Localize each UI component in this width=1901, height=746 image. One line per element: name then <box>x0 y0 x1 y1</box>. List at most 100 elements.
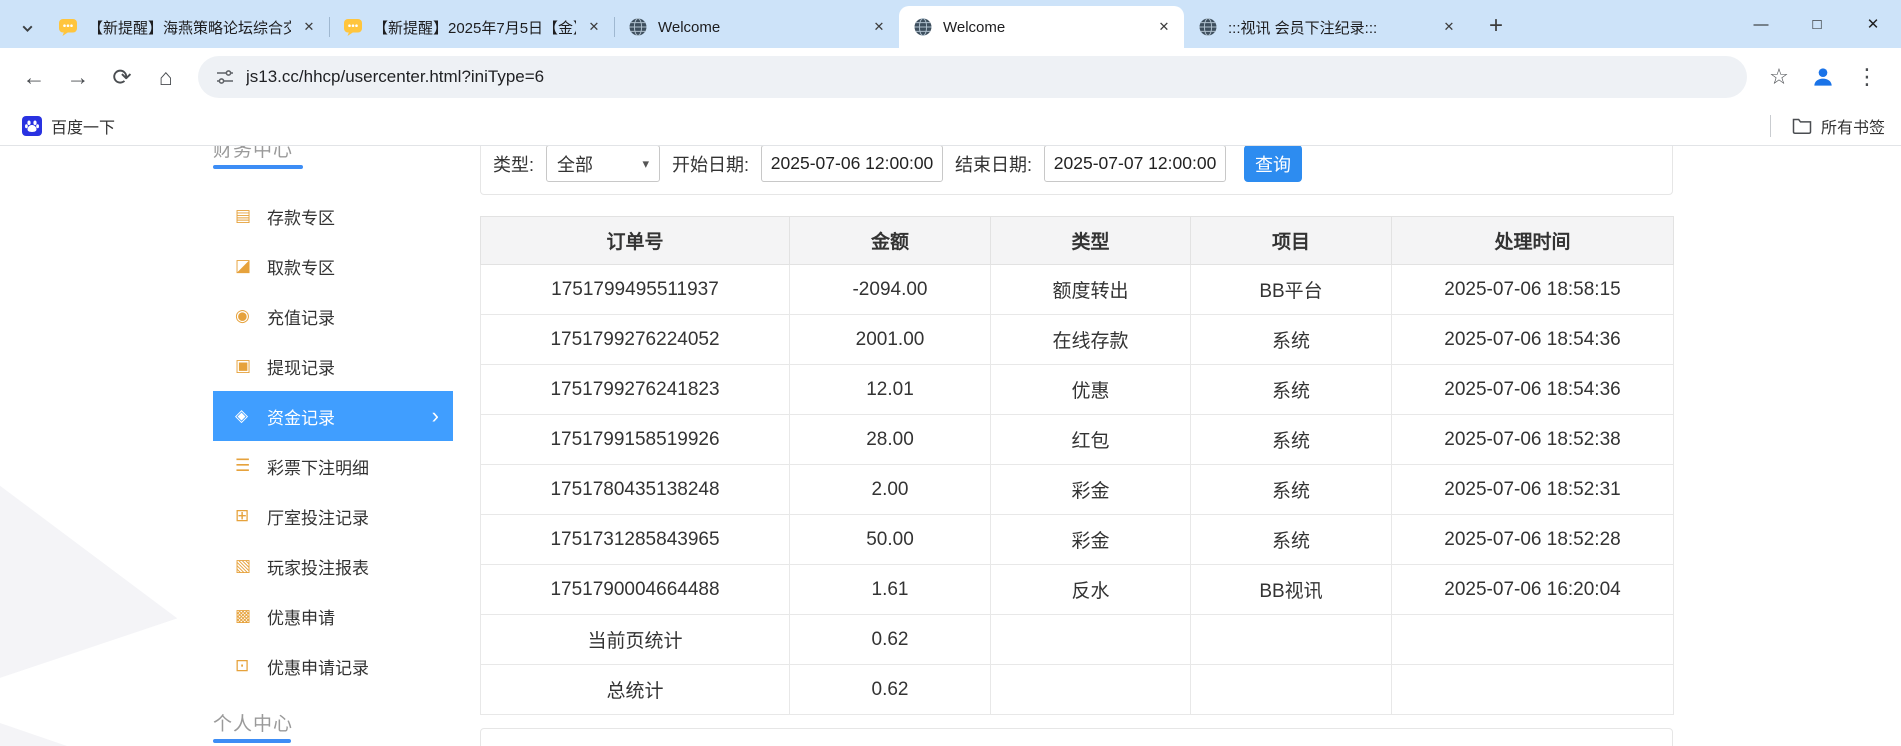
site-settings-icon <box>217 70 233 84</box>
sidebar-item-withdraw-records[interactable]: ▣ 提现记录 <box>213 341 453 391</box>
table-cell: 1751790004664488 <box>480 564 790 615</box>
query-button[interactable]: 查询 <box>1244 146 1303 182</box>
bookmark-star-button[interactable]: ☆ <box>1757 55 1801 99</box>
table-cell: 2025-07-06 18:54:36 <box>1391 314 1674 365</box>
table-cell: 总统计 <box>480 664 790 715</box>
table-row: 1751799495511937 -2094.00 额度转出 BB平台 2025-07-… <box>480 264 1674 315</box>
table-cell: -2094.00 <box>789 264 991 315</box>
refresh-button[interactable]: ⟳ <box>100 55 144 99</box>
browser-toolbar: ← → ⟳ ⌂ js13.cc/hhcp/usercenter.html?ini… <box>0 48 1901 106</box>
browser-tab[interactable]: 【新提醒】海燕策略论坛综合交 ✕ <box>44 6 329 48</box>
tab-title: Welcome <box>658 18 721 36</box>
table-row: 1751799158519926 28.00 红包 系统 2025-07-06 18:5… <box>480 414 1674 465</box>
sidebar-item-label: 资金记录 <box>267 408 335 428</box>
table-cell: 系统 <box>1190 414 1392 465</box>
table-header-cell: 金额 <box>789 216 991 265</box>
tab-title: Welcome <box>943 18 1006 36</box>
type-label: 类型: <box>493 154 535 175</box>
sidebar-item-label: 玩家投注报表 <box>267 558 369 578</box>
tab-close-icon[interactable]: ✕ <box>297 15 321 39</box>
minimize-button[interactable]: — <box>1733 0 1789 48</box>
table-row: 当前页统计 0.62 <box>480 614 1674 665</box>
sidebar-item-player-bet-report[interactable]: ▧ 玩家投注报表 <box>213 541 453 591</box>
browser-tab[interactable]: 【新提醒】2025年7月5日【金】 ✕ <box>329 6 614 48</box>
sidebar-item-label: 优惠申请记录 <box>267 658 369 678</box>
watermark-triangle <box>0 461 195 721</box>
sidebar-item-promo-apply[interactable]: ▩ 优惠申请 <box>213 591 453 641</box>
funds-icon: ◈ <box>235 406 249 425</box>
table-header-cell: 处理时间 <box>1391 216 1674 265</box>
sidebar-item-deposit-area[interactable]: ▤ 存款专区 <box>213 191 453 241</box>
profile-icon <box>1814 68 1832 86</box>
end-date-input[interactable] <box>1044 146 1227 182</box>
tab-close-icon[interactable]: ✕ <box>582 15 606 39</box>
table-cell: 系统 <box>1190 314 1392 365</box>
type-select[interactable]: 全部 ▾ <box>546 146 661 182</box>
table-row: 1751790004664488 1.61 反水 BB视讯 2025-07-06 16:… <box>480 564 1674 615</box>
maximize-button[interactable]: □ <box>1789 0 1845 48</box>
forward-button[interactable]: → <box>56 55 100 99</box>
sidebar-item-lottery-bet-detail[interactable]: ☰ 彩票下注明细 <box>213 441 453 491</box>
wallet-icon: ▣ <box>235 356 252 375</box>
table-cell: 1751780435138248 <box>480 464 790 515</box>
sidebar: 财务中心 ▤ 存款专区 ◪ 取款专区 ◉ 充值记录 ▣ 提现记录 ◈ 资金记录 › ☰ 彩票下注明细 ⊞ 厅… <box>213 146 453 743</box>
sidebar-item-label: 优惠申请 <box>267 608 335 628</box>
filter-bar: 类型: 全部 ▾ 开始日期: 结束日期: 查询 <box>480 146 1673 195</box>
sidebar-item-hall-bet-records[interactable]: ⊞ 厅室投注记录 <box>213 491 453 541</box>
report-icon: ▧ <box>235 556 252 575</box>
bookmark-baidu[interactable]: 百度一下 <box>16 111 121 141</box>
back-button[interactable]: ← <box>12 55 56 99</box>
start-date-input[interactable] <box>761 146 944 182</box>
table-cell: 在线存款 <box>990 314 1191 365</box>
table-cell: 50.00 <box>789 514 991 565</box>
table-cell: 2025-07-06 18:52:31 <box>1391 464 1674 515</box>
table-cell: 反水 <box>990 564 1191 615</box>
tab-close-icon[interactable]: ✕ <box>1437 15 1461 39</box>
sidebar-item-label: 存款专区 <box>267 208 335 228</box>
refresh-icon: ⟳ <box>112 63 132 90</box>
table-cell: 28.00 <box>789 414 991 465</box>
close-button[interactable]: ✕ <box>1845 0 1901 48</box>
table-cell <box>1190 614 1392 665</box>
bank-card-icon: ▤ <box>235 206 252 225</box>
browser-tab[interactable]: Welcome ✕ <box>899 6 1184 48</box>
sidebar-item-label: 取款专区 <box>267 258 335 278</box>
all-bookmarks-button[interactable]: 所有书签 <box>1769 114 1885 138</box>
tab-search-button[interactable] <box>10 8 44 48</box>
tab-close-icon[interactable]: ✕ <box>1152 15 1176 39</box>
back-icon: ← <box>22 63 46 90</box>
table-cell: BB视讯 <box>1190 564 1392 615</box>
home-icon: ⌂ <box>159 63 173 90</box>
sidebar-item-recharge-records[interactable]: ◉ 充值记录 <box>213 291 453 341</box>
tab-close-icon[interactable]: ✕ <box>867 15 891 39</box>
table-cell: 当前页统计 <box>480 614 790 665</box>
globe-icon <box>628 17 648 37</box>
sidebar-item-withdraw-area[interactable]: ◪ 取款专区 <box>213 241 453 291</box>
table-cell: 2025-07-06 18:58:15 <box>1391 264 1674 315</box>
table-cell: 2001.00 <box>789 314 991 365</box>
coin-icon: ◉ <box>235 306 250 325</box>
sidebar-item-fund-records[interactable]: ◈ 资金记录 › <box>213 391 453 441</box>
globe-icon <box>913 17 933 37</box>
divider <box>1769 114 1771 137</box>
baidu-icon <box>22 115 42 136</box>
menu-button[interactable]: ⋮ <box>1845 55 1889 99</box>
sidebar-item-label: 提现记录 <box>267 358 335 378</box>
address-bar[interactable]: js13.cc/hhcp/usercenter.html?iniType=6 <box>198 56 1747 98</box>
new-tab-button[interactable]: + <box>1479 9 1513 43</box>
section-underline <box>213 739 291 743</box>
home-button[interactable]: ⌂ <box>144 55 188 99</box>
document-icon: ☰ <box>235 456 251 475</box>
sidebar-item-promo-apply-records[interactable]: ⊡ 优惠申请记录 <box>213 641 453 691</box>
table-header-row: 订单号 金额 类型 项目 处理时间 <box>480 216 1674 265</box>
table-cell: 2.00 <box>789 464 991 515</box>
section-title: 财务中心 <box>213 146 294 161</box>
select-caret-icon: ▾ <box>642 155 650 171</box>
browser-tab[interactable]: :::视讯 会员下注纪录::: ✕ <box>1184 6 1469 48</box>
chat-icon <box>58 17 78 37</box>
profile-button[interactable] <box>1801 55 1845 99</box>
table-row: 1751731285843965 50.00 彩金 系统 2025-07-06 18:5… <box>480 514 1674 565</box>
bookmarks-bar: 百度一下 所有书签 <box>0 106 1901 146</box>
browser-tab[interactable]: Welcome ✕ <box>614 6 899 48</box>
table-row: 1751780435138248 2.00 彩金 系统 2025-07-06 18:52… <box>480 464 1674 515</box>
